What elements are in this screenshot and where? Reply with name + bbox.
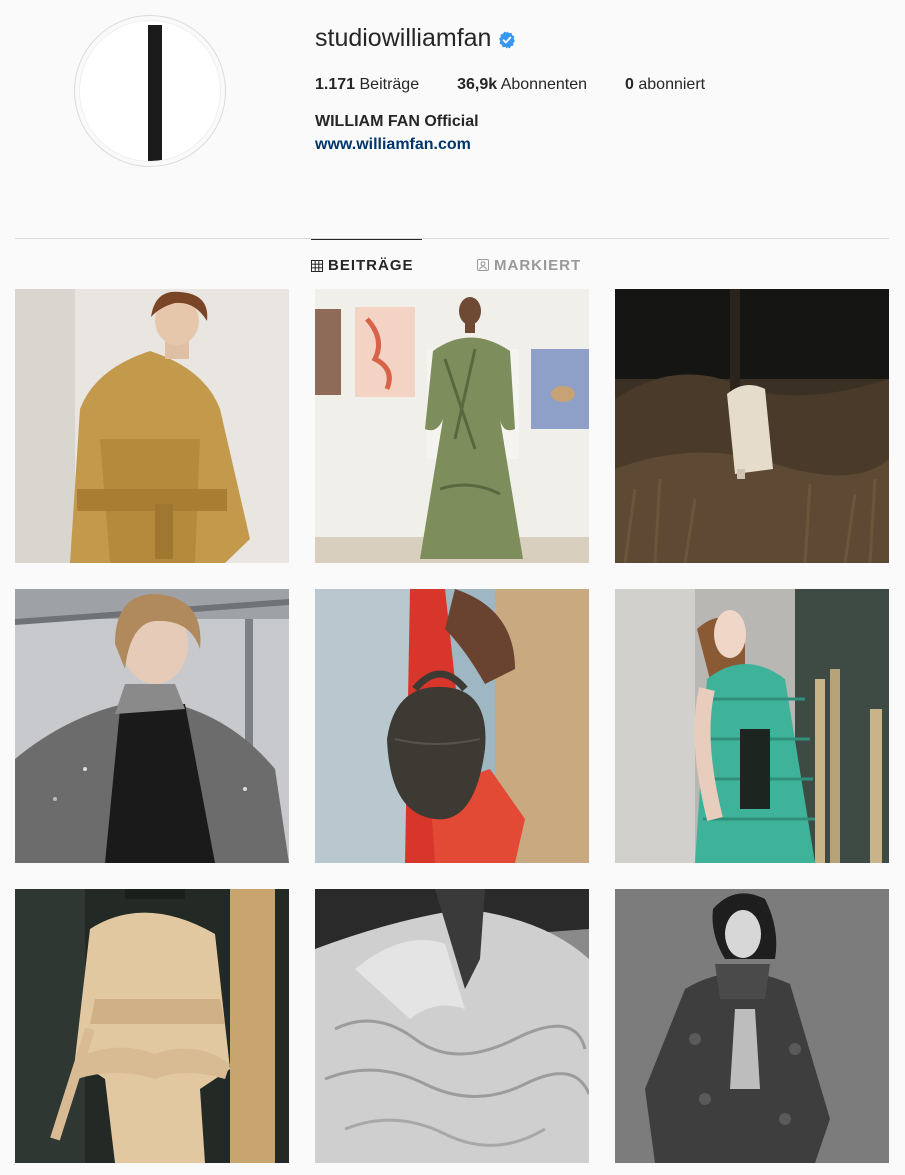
post-thumbnail[interactable] bbox=[315, 889, 589, 1163]
post-image bbox=[15, 889, 289, 1163]
post-image bbox=[15, 589, 289, 863]
following-stat[interactable]: 0 abonniert bbox=[625, 76, 705, 94]
post-thumbnail[interactable] bbox=[315, 589, 589, 863]
tab-posts[interactable]: BEITRÄGE bbox=[311, 239, 422, 289]
tab-posts-label: BEITRÄGE bbox=[328, 257, 414, 274]
posts-label: Beiträge bbox=[359, 76, 420, 93]
post-image bbox=[615, 589, 889, 863]
avatar-image bbox=[79, 20, 221, 162]
post-thumbnail[interactable] bbox=[315, 289, 589, 563]
followers-label: Abonnenten bbox=[500, 76, 588, 93]
post-image bbox=[15, 289, 289, 563]
post-thumbnail[interactable] bbox=[15, 289, 289, 563]
following-count: 0 bbox=[625, 76, 634, 93]
post-thumbnail[interactable] bbox=[615, 289, 889, 563]
verified-badge-icon bbox=[499, 30, 516, 49]
profile-website-link[interactable]: www.williamfan.com bbox=[315, 136, 471, 154]
profile-stats: 1.171 Beiträge 36,9k Abonnenten 0 abonni… bbox=[315, 76, 743, 94]
tab-tagged[interactable]: MARKIERT bbox=[477, 239, 581, 289]
grid-icon bbox=[311, 259, 323, 272]
followers-count: 36,9k bbox=[457, 76, 498, 93]
post-thumbnail[interactable] bbox=[15, 889, 289, 1163]
tab-divider bbox=[15, 238, 889, 239]
post-thumbnail[interactable] bbox=[615, 589, 889, 863]
posts-stat: 1.171 Beiträge bbox=[315, 76, 419, 94]
following-label: abonniert bbox=[638, 76, 706, 93]
post-thumbnail[interactable] bbox=[615, 889, 889, 1163]
post-image bbox=[315, 889, 589, 1163]
username-row: studiowilliamfan bbox=[315, 24, 516, 53]
profile-full-name: WILLIAM FAN Official bbox=[315, 113, 479, 130]
username: studiowilliamfan bbox=[315, 24, 492, 52]
post-thumbnail[interactable] bbox=[15, 589, 289, 863]
post-image bbox=[615, 889, 889, 1163]
post-image bbox=[615, 289, 889, 563]
tab-tagged-label: MARKIERT bbox=[494, 256, 582, 274]
post-image bbox=[315, 289, 589, 563]
posts-count: 1.171 bbox=[315, 76, 356, 93]
followers-stat[interactable]: 36,9k Abonnenten bbox=[457, 76, 587, 94]
post-image bbox=[315, 589, 589, 863]
profile-avatar[interactable] bbox=[74, 15, 226, 167]
tagged-user-icon bbox=[477, 259, 489, 271]
